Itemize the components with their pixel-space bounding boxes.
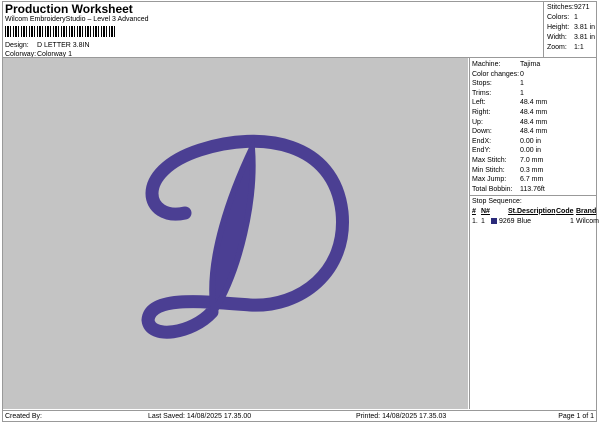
stat-value: 48.4 mm xyxy=(520,108,548,116)
stat-label: Width: xyxy=(547,34,567,41)
stat-value: 6.7 mm xyxy=(520,176,544,184)
stat-value: 0 xyxy=(520,70,524,78)
stat-label: Max Stitch: xyxy=(472,156,507,164)
stat-value: 113.76ft xyxy=(520,185,545,193)
stat-row: Min Stitch: 0.3 mm xyxy=(472,166,597,176)
stat-label: Trims: xyxy=(472,89,492,97)
stat-value: 0.00 in xyxy=(520,147,542,155)
stat-label: Height: xyxy=(547,24,570,31)
details-panel: Machine: Tajima Color changes:0 Stops: 1 Trim… xyxy=(469,58,599,409)
stat-value: Tajima xyxy=(520,61,541,68)
stat-label: Zoom: xyxy=(547,44,567,51)
col-brand: Brand xyxy=(576,207,597,215)
stat-label: Left: xyxy=(472,99,486,107)
stat-value: 0.3 mm xyxy=(520,166,544,174)
stat-value: 48.4 mm xyxy=(520,128,548,136)
stat-value: 7.0 mm xyxy=(520,156,544,164)
stat-row: Up: 48.4 mm xyxy=(472,118,597,128)
stat-value: 1 xyxy=(574,14,578,21)
stat-row: Color changes:0 xyxy=(472,70,597,80)
col-description: Description xyxy=(517,207,556,215)
stat-row: Stops: 1 xyxy=(472,79,597,89)
stat-row: Down: 48.4 mm xyxy=(472,127,597,137)
stat-row: Colors: 1 xyxy=(547,13,597,23)
stat-label: Stops: xyxy=(472,80,492,88)
stat-label: EndY: xyxy=(472,147,491,155)
stat-value: 48.4 mm xyxy=(520,99,548,107)
stat-value: 0.00 in xyxy=(520,137,542,145)
stats-box: Stitches:9271 Colors: 1 Height: 3.81 in Width… xyxy=(543,1,597,57)
stat-row: Max Stitch: 7.0 mm xyxy=(472,156,597,166)
stop-sequence: Stop Sequence: # N# St. Description Code… xyxy=(470,195,599,227)
row-brand: Wilcom xyxy=(576,217,599,225)
stat-value: 9271 xyxy=(574,4,590,11)
stat-value: 1:1 xyxy=(574,44,584,51)
stat-label: Up: xyxy=(472,118,483,126)
col-num: # xyxy=(472,207,476,215)
page-number: Page 1 of 1 xyxy=(558,413,594,420)
stat-row: Trims: 1 xyxy=(472,89,597,99)
last-saved: Last Saved: 14/08/2025 17.35.00 xyxy=(148,413,252,420)
stat-value: 48.4 mm xyxy=(520,118,548,126)
stat-label: Down: xyxy=(472,128,492,136)
col-n: N# xyxy=(481,207,490,215)
stat-label: EndX: xyxy=(472,137,492,145)
stat-label: Min Stitch: xyxy=(472,166,505,174)
footer: Created By: Last Saved: 14/08/2025 17.35… xyxy=(2,410,597,423)
row-code: 1 xyxy=(570,217,574,225)
stat-value: 1 xyxy=(520,89,524,97)
stop-row: 1. 1 9269 Blue 1 Wilcom xyxy=(472,217,599,227)
embroidery-letter-d xyxy=(141,134,349,339)
stat-row: Left: 48.4 mm xyxy=(472,98,597,108)
row-n: 1 xyxy=(481,217,485,225)
stat-row: EndX: 0.00 in xyxy=(472,137,597,147)
stat-label: Color changes: xyxy=(472,70,520,78)
stat-value: 3.81 in xyxy=(574,24,596,31)
stat-label: Stitches: xyxy=(547,4,574,11)
stat-value: 1 xyxy=(520,80,524,88)
letter-d-stem xyxy=(209,136,256,321)
stat-row: Right: 48.4 mm xyxy=(472,108,597,118)
stat-row: EndY: 0.00 in xyxy=(472,146,597,156)
color-swatch xyxy=(491,217,497,224)
stop-sequence-title: Stop Sequence: xyxy=(472,198,522,206)
stat-row: Stitches:9271 xyxy=(547,3,597,13)
stat-value: 3.81 in xyxy=(574,34,596,41)
design-preview xyxy=(3,58,468,409)
row-description: Blue xyxy=(517,217,532,225)
stop-sequence-header: # N# St. Description Code Brand xyxy=(472,207,597,217)
stat-label: Max Jump: xyxy=(472,176,507,184)
col-code: Code xyxy=(556,207,574,215)
stat-row: Zoom: 1:1 xyxy=(547,43,597,53)
stat-label: Machine: xyxy=(472,61,501,68)
row-num: 1. xyxy=(472,217,478,225)
stat-row: Total Bobbin: 113.76ft xyxy=(472,185,597,195)
printed-date: Printed: 14/08/2025 17.35.03 xyxy=(356,413,447,420)
stat-row: Height: 3.81 in xyxy=(547,23,597,33)
stat-label: Right: xyxy=(472,108,491,116)
created-by: Created By: xyxy=(5,413,42,420)
barcode xyxy=(5,26,117,37)
stat-row: Width: 3.81 in xyxy=(547,33,597,43)
stat-row: Machine: Tajima xyxy=(472,60,597,70)
stat-row: Max Jump: 6.7 mm xyxy=(472,175,597,185)
row-st: 9269 xyxy=(499,217,515,225)
software-name: Wilcom EmbroideryStudio – Level 3 Advanc… xyxy=(5,16,149,23)
design-label: Design: xyxy=(5,42,29,49)
col-st: St. xyxy=(508,207,517,215)
stat-label: Total Bobbin: xyxy=(472,185,513,193)
stat-label: Colors: xyxy=(547,14,570,21)
design-row: Design: D LETTER 3.8IN xyxy=(5,42,90,49)
design-value: D LETTER 3.8IN xyxy=(37,42,90,49)
page-title: Production Worksheet xyxy=(5,2,133,16)
